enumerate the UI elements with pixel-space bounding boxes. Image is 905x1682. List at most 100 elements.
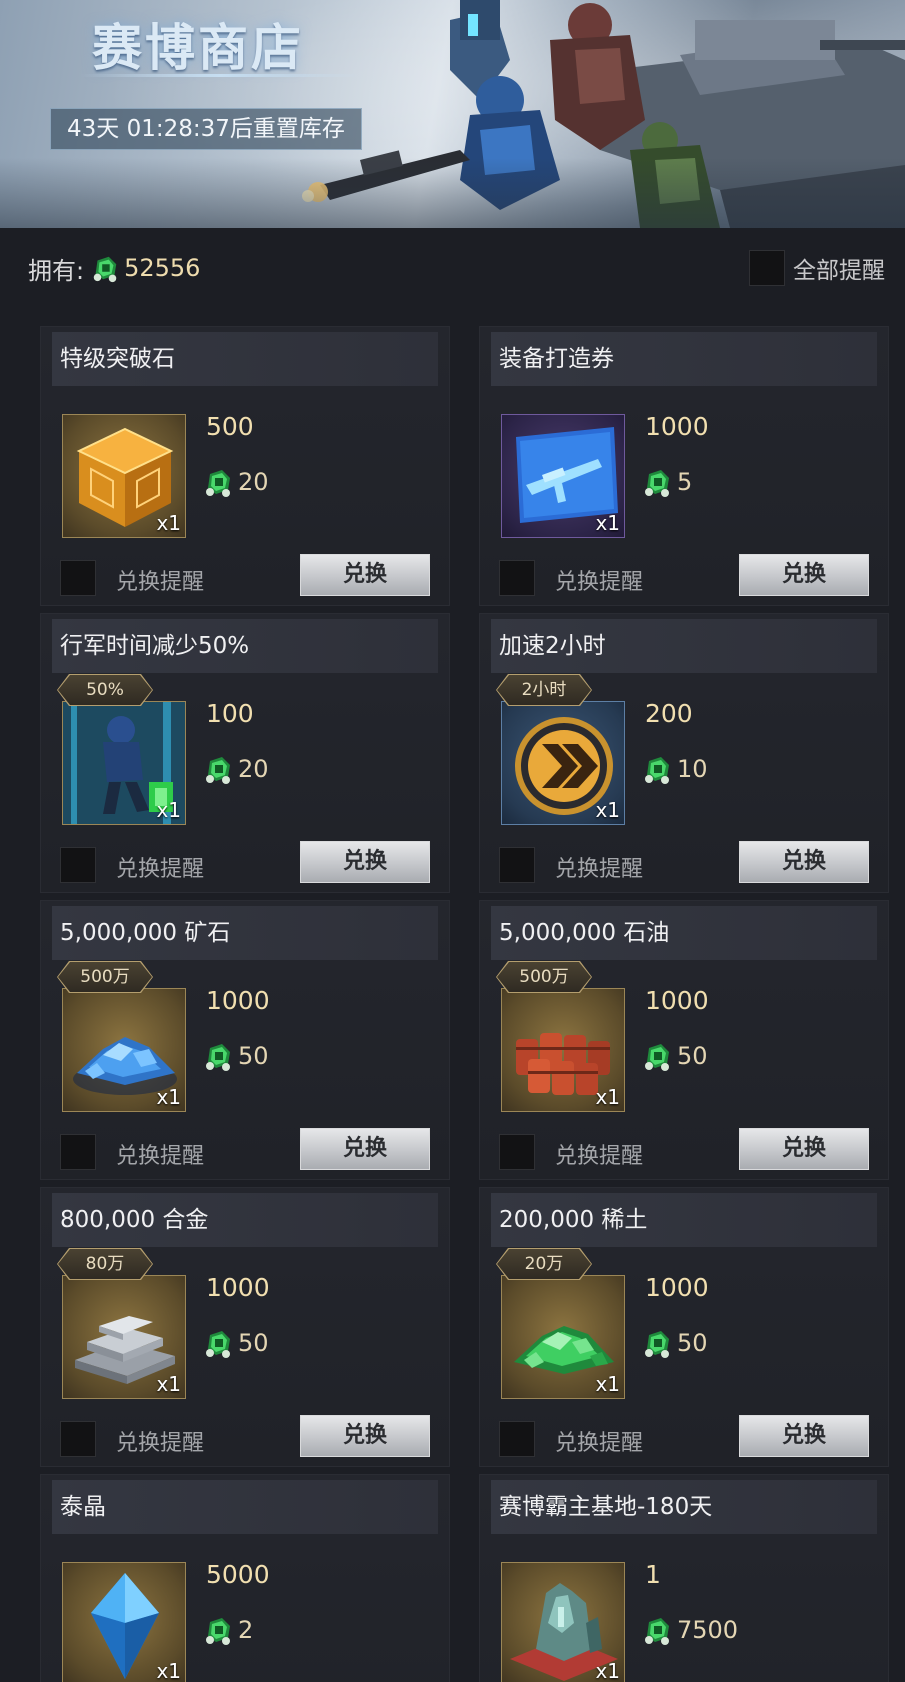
remind-label: 兑换提醒 — [116, 1144, 205, 1169]
item-stock: 50 — [202, 1040, 269, 1072]
owned-currency: 拥有: 52556 — [28, 252, 201, 285]
remind-label: 兑换提醒 — [555, 570, 644, 595]
item-quantity: x1 — [156, 511, 181, 535]
item-name: 行军时间减少50% — [52, 619, 438, 673]
item-stock-count: 50 — [238, 1329, 269, 1357]
item-name: 泰晶 — [52, 1480, 438, 1534]
remind-checkbox[interactable] — [499, 560, 535, 596]
item-tag: 80万 — [58, 1249, 152, 1279]
green-cyber-token-icon — [645, 1044, 669, 1071]
shop-title: 赛博商店 — [92, 19, 304, 77]
item-quantity: x1 — [156, 1659, 181, 1682]
item-price: 1000 — [206, 986, 270, 1015]
shop-item-card: 特级突破石 x1 500 20 兑换提醒 兑换 — [40, 326, 450, 606]
remind-checkbox[interactable] — [60, 847, 96, 883]
title-underline — [80, 74, 360, 77]
item-thumbnail: x1 — [62, 701, 186, 825]
item-stock: 7500 — [641, 1614, 738, 1646]
item-price: 200 — [645, 699, 693, 728]
item-thumbnail: x1 — [501, 414, 625, 538]
item-stock-count: 50 — [677, 1042, 708, 1070]
green-cyber-token-icon — [206, 1618, 230, 1645]
item-stock: 50 — [641, 1040, 708, 1072]
shop-item-card: 800,000 合金 80万 x1 1000 50 兑换提醒 兑换 — [40, 1187, 450, 1467]
exchange-button[interactable]: 兑换 — [739, 1415, 869, 1457]
item-stock: 2 — [202, 1614, 253, 1646]
item-price: 1000 — [645, 1273, 709, 1302]
green-cyber-token-icon — [206, 470, 230, 497]
item-stock-count: 10 — [677, 755, 708, 783]
exchange-button[interactable]: 兑换 — [739, 1128, 869, 1170]
item-quantity: x1 — [595, 798, 620, 822]
exchange-button[interactable]: 兑换 — [300, 554, 430, 596]
shop-item-card: 加速2小时 2小时 x1 200 10 兑换提醒 兑换 — [479, 613, 889, 893]
exchange-button[interactable]: 兑换 — [300, 1415, 430, 1457]
exchange-button[interactable]: 兑换 — [739, 841, 869, 883]
item-stock: 5 — [641, 466, 692, 498]
shop-item-card: 5,000,000 石油 500万 x1 1000 50 兑换提醒 兑换 — [479, 900, 889, 1180]
item-name: 赛博霸主基地-180天 — [491, 1480, 877, 1534]
item-stock: 20 — [202, 466, 269, 498]
item-tag: 20万 — [497, 1249, 591, 1279]
item-tag: 2小时 — [497, 675, 591, 705]
item-price: 1000 — [645, 986, 709, 1015]
item-quantity: x1 — [156, 1372, 181, 1396]
item-stock: 50 — [641, 1327, 708, 1359]
owned-amount: 52556 — [124, 254, 201, 282]
item-name: 800,000 合金 — [52, 1193, 438, 1247]
remind-checkbox[interactable] — [499, 847, 535, 883]
item-thumbnail: x1 — [62, 988, 186, 1112]
remind-checkbox[interactable] — [60, 560, 96, 596]
exchange-button[interactable]: 兑换 — [739, 554, 869, 596]
exchange-button[interactable]: 兑换 — [300, 841, 430, 883]
item-name: 5,000,000 石油 — [491, 906, 877, 960]
item-stock-count: 7500 — [677, 1616, 739, 1644]
item-stock-count: 5 — [677, 468, 693, 496]
item-stock: 10 — [641, 753, 708, 785]
green-cyber-token-icon — [645, 757, 669, 784]
item-tag: 500万 — [497, 962, 591, 992]
remind-all-toggle[interactable]: 全部提醒 — [749, 250, 885, 286]
item-stock: 20 — [202, 753, 269, 785]
remind-label: 兑换提醒 — [116, 570, 205, 595]
item-quantity: x1 — [595, 511, 620, 535]
remind-all-checkbox[interactable] — [749, 250, 785, 286]
shop-item-card: 行军时间减少50% 50% x1 100 20 兑换提醒 兑换 — [40, 613, 450, 893]
item-stock-count: 50 — [677, 1329, 708, 1357]
item-stock-count: 20 — [238, 755, 269, 783]
green-cyber-token-icon — [206, 757, 230, 784]
item-thumbnail: x1 — [62, 1562, 186, 1682]
exchange-button[interactable]: 兑换 — [300, 1128, 430, 1170]
green-cyber-token-icon — [93, 256, 117, 283]
item-thumbnail: x1 — [501, 701, 625, 825]
owned-label: 拥有: — [28, 256, 85, 285]
item-quantity: x1 — [156, 798, 181, 822]
item-stock: 50 — [202, 1327, 269, 1359]
item-name: 加速2小时 — [491, 619, 877, 673]
item-name: 特级突破石 — [52, 332, 438, 386]
shop-item-card: 5,000,000 矿石 500万 x1 1000 50 兑换提醒 兑换 — [40, 900, 450, 1180]
shop-banner: 赛博商店 43天 01:28:37后重置库存 — [0, 0, 905, 228]
banner-shadow — [0, 158, 905, 228]
item-quantity: x1 — [156, 1085, 181, 1109]
shop-item-card: 泰晶 x1 5000 2 — [40, 1474, 450, 1682]
remind-checkbox[interactable] — [499, 1134, 535, 1170]
remind-label: 兑换提醒 — [555, 1431, 644, 1456]
remind-checkbox[interactable] — [60, 1421, 96, 1457]
item-tag: 500万 — [58, 962, 152, 992]
item-stock-count: 20 — [238, 468, 269, 496]
remind-checkbox[interactable] — [499, 1421, 535, 1457]
reset-timer: 43天 01:28:37后重置库存 — [50, 108, 362, 150]
green-cyber-token-icon — [645, 1618, 669, 1645]
remind-label: 兑换提醒 — [555, 1144, 644, 1169]
green-cyber-token-icon — [645, 470, 669, 497]
remind-label: 兑换提醒 — [116, 1431, 205, 1456]
item-name: 装备打造券 — [491, 332, 877, 386]
remind-label: 兑换提醒 — [116, 857, 205, 882]
item-stock-count: 50 — [238, 1042, 269, 1070]
shop-item-card: 装备打造券 x1 1000 5 兑换提醒 兑换 — [479, 326, 889, 606]
item-quantity: x1 — [595, 1659, 620, 1682]
remind-checkbox[interactable] — [60, 1134, 96, 1170]
item-thumbnail: x1 — [62, 414, 186, 538]
item-stock-count: 2 — [238, 1616, 254, 1644]
